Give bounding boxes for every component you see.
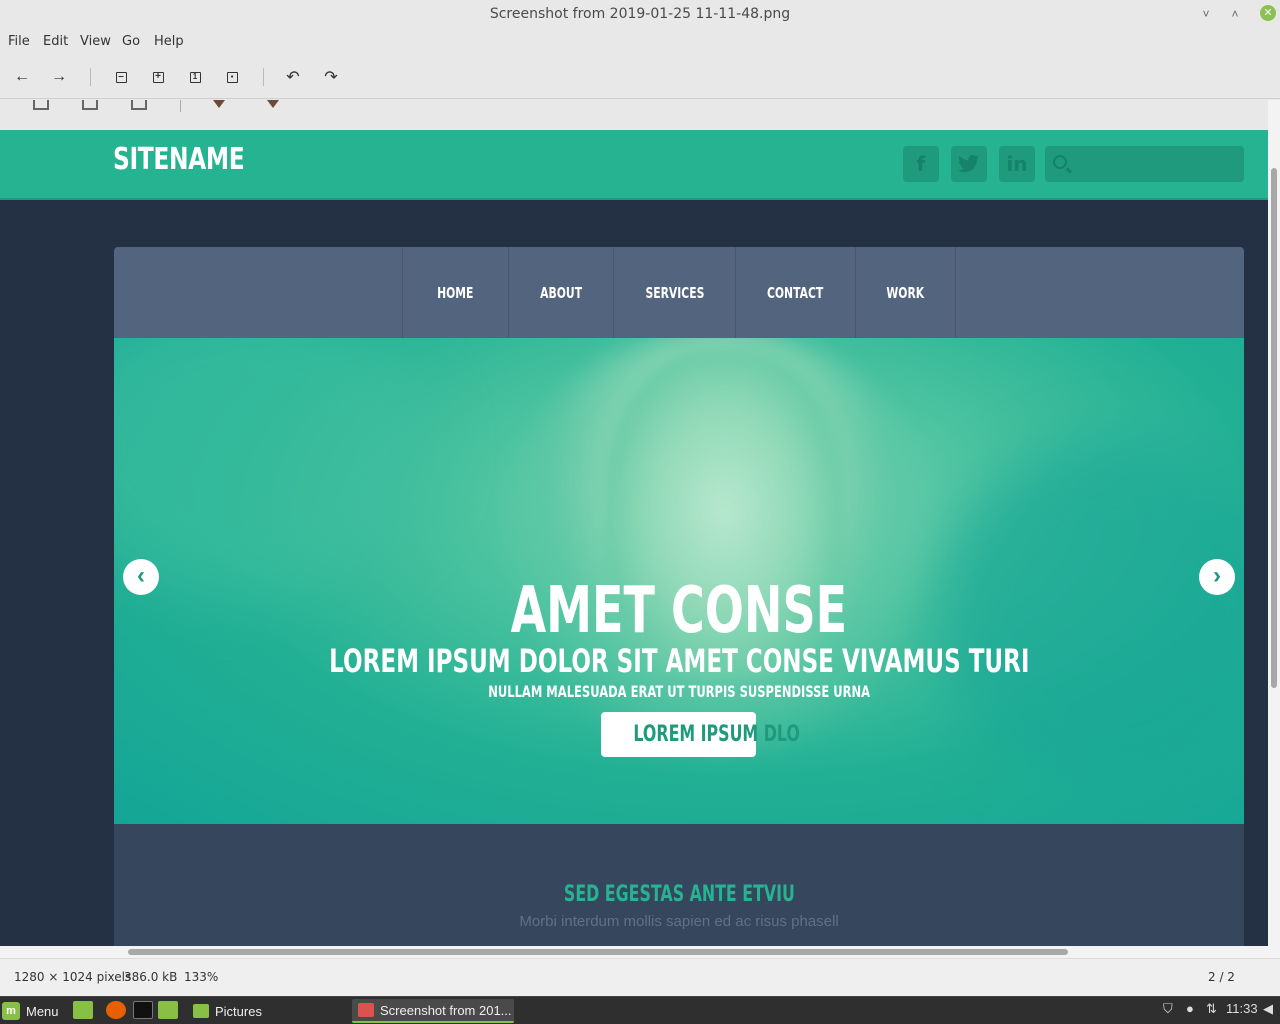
strip-box-icon [33, 100, 49, 110]
maximize-button[interactable]: ˄ [1227, 6, 1243, 22]
show-desktop-icon[interactable] [73, 1001, 93, 1019]
nav-work: WORK [855, 247, 955, 338]
menu-edit[interactable]: Edit [43, 34, 68, 49]
strip-box-icon [131, 100, 147, 110]
start-menu-button[interactable]: m Menu [2, 999, 59, 1023]
taskbar: m Menu Pictures Screenshot from 201... ⛉… [0, 996, 1280, 1024]
hero-background-glow [114, 338, 434, 598]
taskbar-window-screenshot[interactable]: Screenshot from 201... [352, 999, 514, 1023]
rotate-left-icon[interactable]: ↶ [282, 66, 304, 88]
zoom-out-icon[interactable] [110, 66, 132, 88]
hero-title: AMET CONSE [510, 574, 848, 648]
menu-view[interactable]: View [80, 34, 111, 49]
back-arrow-icon[interactable]: ← [11, 66, 33, 88]
section-subtitle: Morbi interdum mollis sapien ed ac risus… [519, 913, 839, 930]
window-title: Screenshot from 2019-01-25 11-11-48.png [489, 6, 791, 22]
image-viewer-icon [358, 1003, 374, 1017]
forward-arrow-icon[interactable]: → [48, 66, 70, 88]
menu-go[interactable]: Go [122, 34, 140, 49]
menu-help[interactable]: Help [154, 34, 184, 49]
section-title: SED EGESTAS ANTE ETVIU [563, 882, 795, 907]
linkedin-icon: in [999, 146, 1035, 182]
best-fit-icon[interactable] [221, 66, 243, 88]
nav-divider [955, 247, 956, 338]
clock[interactable]: 11:33 [1226, 1001, 1258, 1016]
strip-separator [180, 100, 181, 112]
vertical-scroll-thumb[interactable] [1271, 168, 1277, 688]
site-logo: SITENAME [113, 142, 245, 177]
hero-subtitle: LOREM IPSUM DOLOR SIT AMET CONSE VIVAMUS… [328, 642, 1030, 680]
site-header: SITENAME f in [0, 130, 1268, 200]
twitter-icon [951, 146, 987, 182]
horizontal-scroll-thumb[interactable] [128, 949, 1068, 955]
shield-icon[interactable]: ⛉ [1163, 1001, 1173, 1017]
nav-home: HOME [402, 247, 508, 338]
menu-bar: File Edit View Go Help [0, 30, 1280, 54]
hero-cta-button: LOREM IPSUM DLO [601, 712, 800, 757]
nav-contact: CONTACT [735, 247, 855, 338]
user-icon[interactable]: ● [1186, 1001, 1194, 1016]
content-section: SED EGESTAS ANTE ETVIU Morbi interdum mo… [114, 824, 1244, 946]
terminal-icon[interactable] [133, 1001, 153, 1019]
taskbar-window-pictures[interactable]: Pictures [187, 999, 349, 1023]
search-icon [1053, 155, 1067, 169]
minimize-button[interactable]: ˅ [1198, 6, 1214, 22]
nav-about: ABOUT [508, 247, 613, 338]
folder-icon [193, 1004, 209, 1018]
toolbar-separator [90, 68, 91, 86]
facebook-icon: f [903, 146, 939, 182]
nav-services: SERVICES [613, 247, 735, 338]
menu-file[interactable]: File [8, 34, 30, 49]
volume-icon[interactable]: ◀ [1263, 1001, 1273, 1017]
site-navbar: HOME ABOUT SERVICES CONTACT WORK [114, 247, 1244, 338]
image-position: 2 / 2 [1208, 970, 1235, 984]
normal-size-icon[interactable] [184, 66, 206, 88]
image-viewport[interactable]: SITENAME f in HOME ABOUT SERVICES CONTAC… [0, 100, 1268, 946]
site-search-box [1045, 146, 1244, 182]
start-menu-label: Menu [26, 1003, 59, 1019]
toolbar-separator [263, 68, 264, 86]
mint-logo-icon: m [2, 1002, 20, 1020]
horizontal-scrollbar[interactable] [0, 946, 1268, 958]
hero-banner: ‹ › AMET CONSE LOREM IPSUM DOLOR SIT AME… [114, 338, 1244, 824]
strip-down-arrow-icon [267, 100, 279, 108]
close-button[interactable]: ✕ [1260, 5, 1276, 21]
toolbar: ← → ↶ ↷ [0, 54, 1280, 99]
strip-box-icon [82, 100, 98, 110]
site-page-card: HOME ABOUT SERVICES CONTACT WORK ‹ › AME… [114, 247, 1244, 946]
rotate-right-icon[interactable]: ↷ [320, 66, 342, 88]
strip-down-arrow-icon [213, 100, 225, 108]
firefox-icon[interactable] [106, 1001, 126, 1019]
hero-tagline: NULLAM MALESUADA ERAT UT TURPIS SUSPENDI… [488, 682, 870, 701]
file-size: 386.0 kB [124, 970, 178, 984]
zoom-level: 133% [184, 970, 219, 984]
files-icon[interactable] [158, 1001, 178, 1019]
window-titlebar: Screenshot from 2019-01-25 11-11-48.png … [0, 0, 1280, 30]
network-icon[interactable]: ⇅ [1206, 1001, 1217, 1017]
image-dimensions: 1280 × 1024 pixels [14, 970, 132, 984]
image-top-strip [0, 100, 1268, 130]
status-bar: 1280 × 1024 pixels 386.0 kB 133% 2 / 2 [0, 958, 1280, 996]
vertical-scrollbar[interactable] [1268, 100, 1280, 958]
zoom-in-icon[interactable] [147, 66, 169, 88]
